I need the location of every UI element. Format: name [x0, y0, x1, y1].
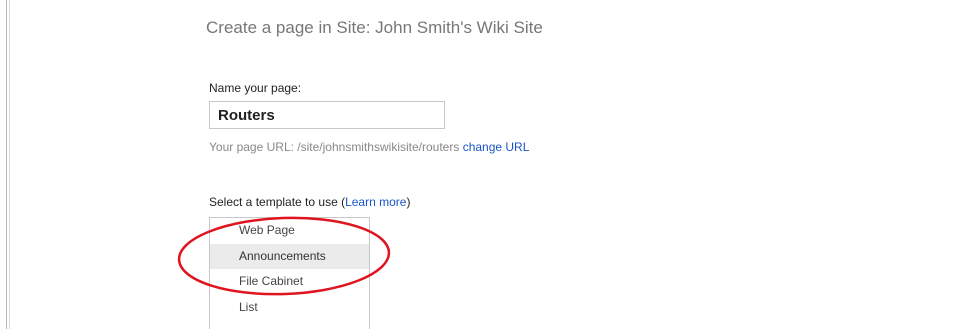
- red-ellipse-annotation: [177, 216, 391, 296]
- template-listbox[interactable]: Web Page Announcements File Cabinet List: [209, 217, 370, 329]
- template-option-list[interactable]: List: [210, 295, 369, 321]
- page-url-text: Your page URL: /site/johnsmithswikisite/…: [209, 140, 460, 154]
- page-url-line: Your page URL: /site/johnsmithswikisite/…: [209, 140, 529, 154]
- page-name-label: Name your page:: [209, 81, 302, 95]
- template-label-close: ): [406, 195, 411, 209]
- template-label-text: Select a template to use (: [209, 195, 346, 209]
- page-title: Create a page in Site: John Smith's Wiki…: [206, 18, 543, 37]
- template-option-announcements[interactable]: Announcements: [210, 243, 369, 269]
- learn-more-link[interactable]: Learn more: [345, 195, 406, 209]
- create-page-form: Create a page in Site: John Smith's Wiki…: [0, 0, 954, 329]
- left-frame-border-inner: [9, 0, 10, 329]
- change-url-link[interactable]: change URL: [463, 140, 530, 154]
- template-option-web-page[interactable]: Web Page: [210, 218, 369, 244]
- left-frame-border: [6, 0, 7, 329]
- template-option-file-cabinet[interactable]: File Cabinet: [210, 269, 369, 295]
- page-name-input[interactable]: [209, 101, 445, 129]
- template-label: Select a template to use (Learn more): [209, 195, 410, 209]
